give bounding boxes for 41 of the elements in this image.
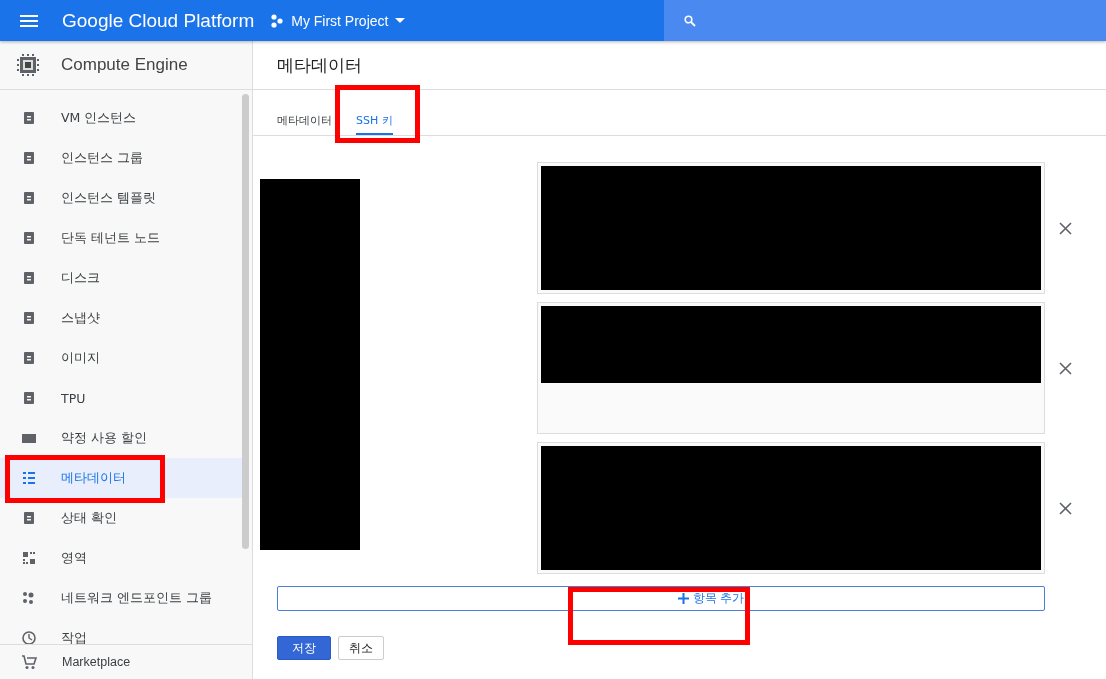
sidebar-item[interactable]: 영역 [0,538,242,578]
product-title: Compute Engine [61,55,188,75]
sidebar-item[interactable]: 약정 사용 할인 [0,418,242,458]
cancel-button[interactable]: 취소 [338,636,384,660]
key-field[interactable] [537,302,1045,434]
tab[interactable]: SSH 키 [356,105,393,135]
scrollbar[interactable] [242,94,249,549]
cart-icon [21,654,37,670]
search-icon [684,14,696,27]
sidebar-item[interactable]: TPU [0,378,242,418]
search-field[interactable] [664,0,1106,41]
marketplace-link[interactable]: Marketplace [0,644,252,679]
sidebar-item[interactable]: 스냅샷 [0,298,242,338]
sidebar-item[interactable]: VM 인스턴스 [0,98,242,138]
sidebar-item[interactable]: 단독 테넌트 노드 [0,218,242,258]
sidebar-item[interactable]: 디스크 [0,258,242,298]
caret-icon [395,18,406,23]
sidebar-item[interactable]: 네트워크 엔드포인트 그룹 [0,578,242,618]
close-icon[interactable] [1059,501,1072,515]
menu-icon[interactable] [20,14,38,27]
close-icon[interactable] [1059,221,1072,235]
add-item-button[interactable]: 항목 추가 [277,586,1045,611]
sidebar-item[interactable]: 메타데이터 [0,458,242,498]
server-icon [22,111,36,125]
sidebar-item[interactable]: 인스턴스 그룹 [0,138,242,178]
clock-icon [22,631,36,644]
plus-icon [677,593,689,604]
close-icon[interactable] [1059,361,1072,375]
list-icon [22,471,36,485]
dots-icon [22,591,36,605]
project-selector[interactable]: My First Project [270,12,406,29]
sidebar-item[interactable]: 이미지 [0,338,242,378]
grid-icon [22,551,36,565]
sidebar-item[interactable]: 작업 [0,618,242,644]
sidebar-item[interactable]: 상태 확인 [0,498,242,538]
page-title: 메타데이터 [277,53,362,77]
tab[interactable]: 메타데이터 [277,105,332,135]
save-button[interactable]: 저장 [277,636,331,660]
brand-title[interactable]: Google Cloud Platform [62,9,255,32]
dots-icon [270,13,285,28]
sidebar-item[interactable]: 인스턴스 템플릿 [0,178,242,218]
